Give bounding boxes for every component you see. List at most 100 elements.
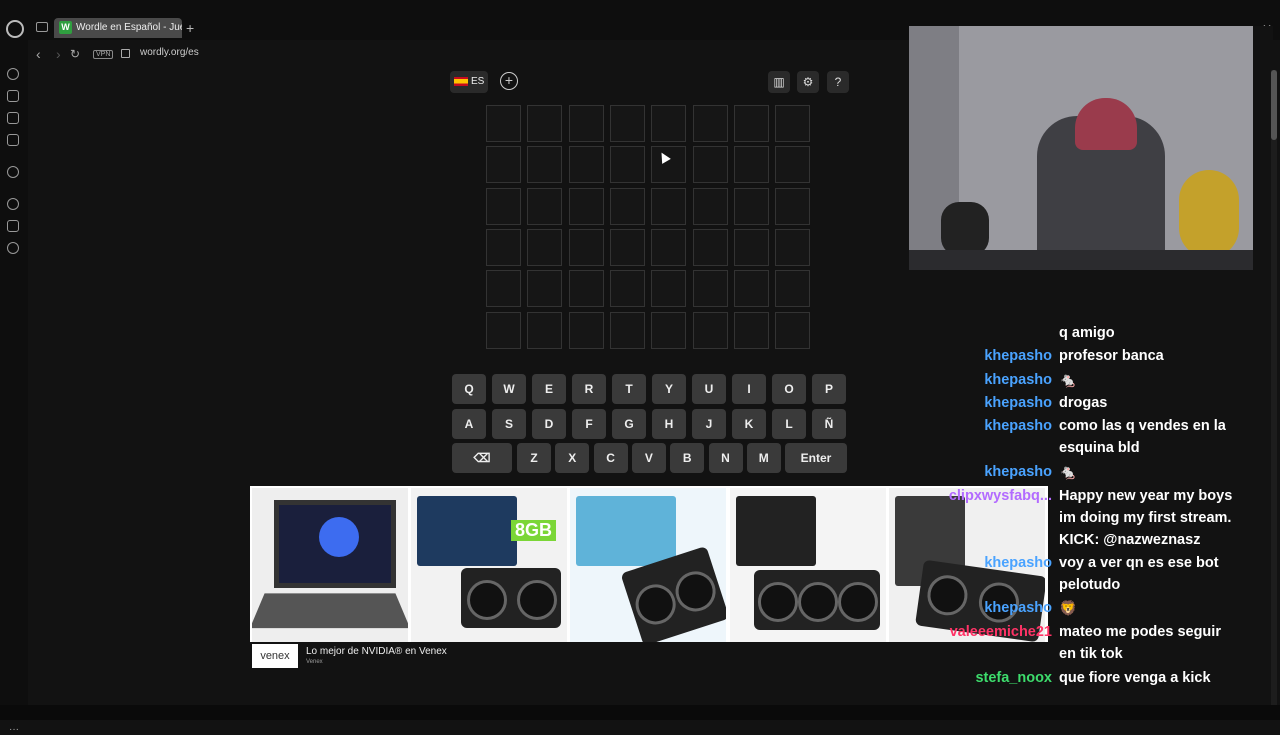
opera-gx-logo-icon[interactable]: [6, 20, 24, 38]
sidebar-m-icon[interactable]: [7, 134, 19, 146]
settings-gear-icon[interactable]: ⚙: [797, 71, 819, 93]
key-q[interactable]: Q: [452, 374, 486, 404]
plush-bear: [1179, 170, 1239, 258]
sidebar-speed-dial-icon[interactable]: [7, 68, 19, 80]
key-r[interactable]: R: [572, 374, 606, 404]
back-icon[interactable]: ‹: [36, 46, 41, 62]
chat-username[interactable]: khepasho: [984, 600, 1052, 616]
red-cap: [1075, 98, 1137, 150]
desk: [909, 250, 1253, 270]
lock-icon[interactable]: [121, 49, 130, 58]
venex-logo[interactable]: venex: [252, 644, 298, 668]
url-field[interactable]: wordly.org/es: [140, 47, 199, 58]
new-game-plus-icon[interactable]: +: [500, 72, 518, 90]
chat-username[interactable]: stefa_noox: [975, 670, 1052, 686]
chat-message: pelotudo: [1059, 577, 1121, 593]
chat-message: esquina bld: [1059, 440, 1140, 456]
chat-message: im doing my first stream.: [1059, 510, 1232, 526]
sidebar-extensions-icon[interactable]: [7, 220, 19, 232]
board-cell: [527, 228, 563, 266]
chat-message: 🦁: [1059, 601, 1078, 617]
key-y[interactable]: Y: [652, 374, 686, 404]
board-cell: [733, 228, 769, 266]
sidebar-chatgpt-icon[interactable]: [7, 166, 19, 178]
reload-icon[interactable]: ↻: [70, 47, 80, 61]
tab-wordle[interactable]: W Wordle en Español - Juego: [54, 18, 182, 38]
key-h[interactable]: H: [652, 409, 686, 439]
page-scrollbar[interactable]: [1271, 70, 1277, 705]
key-u[interactable]: U: [692, 374, 726, 404]
chat-username[interactable]: khepasho: [984, 372, 1052, 388]
backspace-icon[interactable]: ⌫: [452, 443, 512, 473]
key-n[interactable]: N: [708, 443, 743, 473]
chat-username[interactable]: khepasho: [984, 555, 1052, 571]
key-m[interactable]: M: [746, 443, 781, 473]
chat-message: 🐁: [1059, 373, 1078, 389]
key-o[interactable]: O: [772, 374, 806, 404]
spain-flag-icon: [454, 76, 468, 86]
chat-username[interactable]: khepasho: [984, 418, 1052, 434]
language-selector[interactable]: ES: [450, 71, 488, 93]
sidebar: GX ···: [0, 40, 28, 735]
key-enter[interactable]: Enter: [785, 443, 847, 473]
chat-message: profesor banca: [1059, 348, 1164, 364]
new-tab-button[interactable]: +: [186, 20, 194, 36]
board-cell: [692, 228, 728, 266]
sidebar-history-icon[interactable]: [7, 198, 19, 210]
key-j[interactable]: J: [692, 409, 726, 439]
key-k[interactable]: K: [732, 409, 766, 439]
key-p[interactable]: P: [812, 374, 846, 404]
board-cell: [486, 270, 521, 308]
webcam-overlay: [909, 26, 1253, 270]
product-gpu-gigabyte[interactable]: [570, 488, 726, 642]
board-cell: [527, 187, 563, 225]
chat-username[interactable]: khepasho: [984, 395, 1052, 411]
key-g[interactable]: G: [612, 409, 646, 439]
chat-message: como las q vendes en la: [1059, 418, 1226, 434]
vpn-badge[interactable]: VPN: [93, 50, 114, 59]
sidebar-settings-icon[interactable]: [7, 242, 19, 254]
key-s[interactable]: S: [492, 409, 526, 439]
key-d[interactable]: D: [532, 409, 566, 439]
board-cell: [527, 146, 563, 184]
key-ñ[interactable]: Ñ: [812, 409, 846, 439]
ad-title[interactable]: Lo mejor de NVIDIA® en Venex: [306, 646, 447, 657]
gpu-box-galax: [417, 496, 517, 566]
chat-username[interactable]: clipxwysfabq...: [949, 488, 1052, 504]
key-l[interactable]: L: [772, 409, 806, 439]
board-cell: [651, 311, 687, 349]
tab-islands-icon[interactable]: [36, 22, 48, 32]
board-cell: [692, 105, 728, 142]
chat-username[interactable]: khepasho: [984, 348, 1052, 364]
stats-chart-icon[interactable]: ▥: [768, 71, 790, 93]
board-cell: [609, 270, 645, 308]
chat-username[interactable]: khepasho: [984, 464, 1052, 480]
key-v[interactable]: V: [631, 443, 666, 473]
sidebar-discord-icon[interactable]: [7, 112, 19, 124]
key-f[interactable]: F: [572, 409, 606, 439]
product-gpu-asus-prime[interactable]: [730, 488, 886, 642]
chat-message: Happy new year my boys: [1059, 488, 1233, 504]
product-laptop[interactable]: [252, 488, 408, 642]
key-z[interactable]: Z: [517, 443, 551, 473]
scrollbar-thumb[interactable]: [1271, 70, 1277, 140]
key-x[interactable]: X: [555, 443, 590, 473]
key-a[interactable]: A: [452, 409, 486, 439]
board-cell: [775, 270, 811, 308]
product-gpu-galax[interactable]: 8GB: [411, 488, 567, 642]
key-i[interactable]: I: [732, 374, 766, 404]
board-cell: [733, 187, 769, 225]
key-c[interactable]: C: [593, 443, 628, 473]
sidebar-more-icon[interactable]: ···: [9, 724, 19, 735]
chat-username[interactable]: valeeemiche21: [950, 624, 1052, 640]
key-e[interactable]: E: [532, 374, 566, 404]
key-b[interactable]: B: [670, 443, 705, 473]
key-w[interactable]: W: [492, 374, 526, 404]
help-question-icon[interactable]: ?: [827, 71, 849, 93]
forward-icon[interactable]: ›: [56, 46, 61, 62]
gpu-fan: [467, 580, 507, 620]
key-t[interactable]: T: [612, 374, 646, 404]
sidebar-twitch-icon[interactable]: [7, 90, 19, 102]
board-cell: [527, 311, 563, 349]
board-cell: [651, 228, 687, 266]
